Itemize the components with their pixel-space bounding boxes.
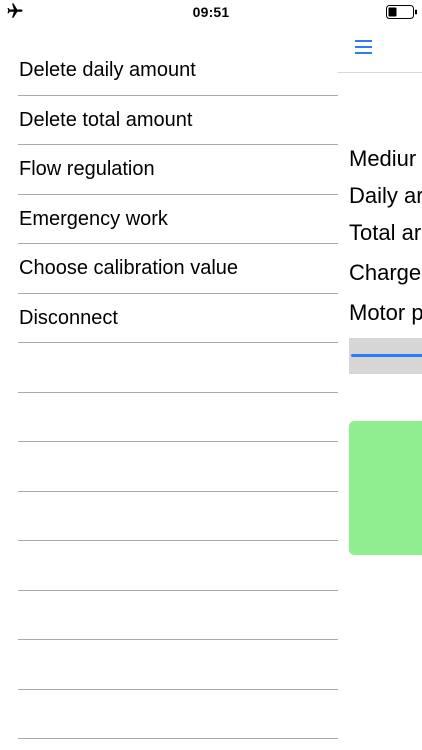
menu-item-empty xyxy=(18,541,338,591)
menu-item-empty xyxy=(18,492,338,541)
total-amount-label: Total ar xyxy=(349,220,422,245)
menu-item-flow-regulation[interactable]: Flow regulation xyxy=(18,145,338,195)
menu-item-empty xyxy=(18,442,338,492)
hamburger-icon[interactable] xyxy=(355,40,373,54)
charge-label: Charge xyxy=(349,260,422,285)
nav-bar xyxy=(338,24,422,73)
medium-label: Mediur xyxy=(349,146,417,171)
battery-icon xyxy=(386,5,417,19)
motor-label: Motor p xyxy=(349,300,422,325)
status-bar: 09:51 xyxy=(0,0,422,24)
side-menu: Delete daily amount Delete total amount … xyxy=(0,46,338,750)
daily-amount-label: Daily ar xyxy=(349,183,422,208)
menu-item-choose-calibration-value[interactable]: Choose calibration value xyxy=(18,244,338,294)
menu-item-empty xyxy=(18,690,338,739)
menu-item-emergency-work[interactable]: Emergency work xyxy=(18,195,338,244)
menu-item-empty xyxy=(18,640,338,690)
menu-item-empty xyxy=(18,343,338,393)
menu-item-empty xyxy=(18,393,338,442)
menu-item-delete-total-amount[interactable]: Delete total amount xyxy=(18,96,338,145)
status-panel[interactable] xyxy=(349,421,422,555)
status-time: 09:51 xyxy=(192,4,230,20)
menu-item-empty xyxy=(18,591,338,640)
menu-item-delete-daily-amount[interactable]: Delete daily amount xyxy=(18,46,338,96)
main-content: Mediur Daily ar Total ar Charge Motor p xyxy=(338,24,422,750)
progress-bar xyxy=(349,338,422,374)
progress-fill xyxy=(351,354,422,357)
menu-item-disconnect[interactable]: Disconnect xyxy=(18,294,338,343)
